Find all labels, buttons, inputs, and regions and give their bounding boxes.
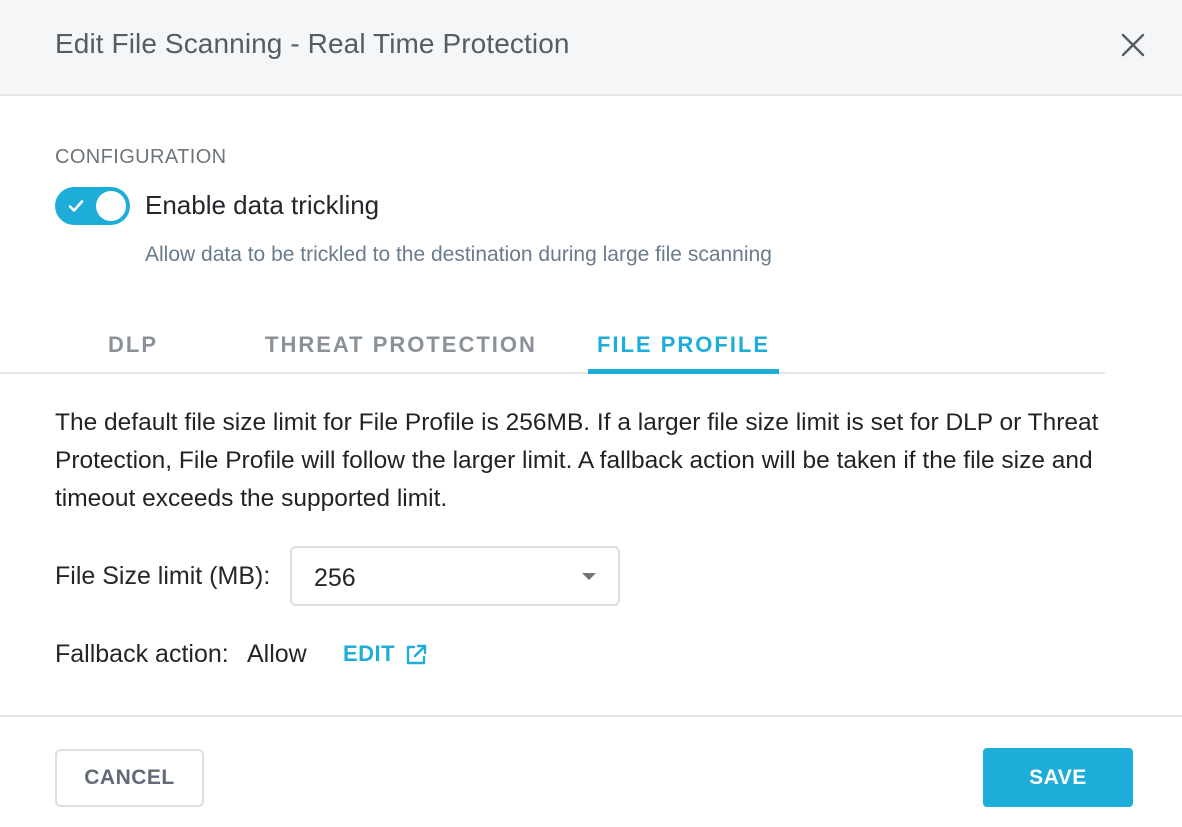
tab-file-profile[interactable]: FILE PROFILE: [588, 332, 779, 374]
toggle-description: Allow data to be trickled to the destina…: [145, 243, 772, 266]
close-icon[interactable]: [1116, 28, 1150, 62]
save-button[interactable]: SAVE: [983, 748, 1133, 807]
data-trickling-toggle[interactable]: [55, 187, 130, 225]
tab-bar: DLP THREAT PROTECTION FILE PROFILE: [0, 320, 1105, 374]
check-icon: [68, 200, 84, 212]
external-link-icon[interactable]: [404, 643, 428, 667]
tab-threat-protection[interactable]: THREAT PROTECTION: [265, 332, 537, 358]
dialog-header: Edit File Scanning - Real Time Protectio…: [0, 0, 1182, 96]
configuration-heading: CONFIGURATION: [55, 146, 227, 168]
cancel-button[interactable]: CANCEL: [55, 749, 204, 807]
chevron-down-icon: [582, 573, 596, 580]
toggle-label: Enable data trickling: [145, 190, 380, 220]
toggle-knob: [96, 191, 126, 221]
file-size-limit-label: File Size limit (MB):: [55, 562, 271, 590]
edit-fallback-link[interactable]: EDIT: [343, 641, 395, 667]
file-profile-description: The default file size limit for File Pro…: [55, 409, 1099, 512]
active-tab-indicator: [588, 369, 779, 374]
footer-divider: [0, 715, 1182, 717]
file-size-limit-select[interactable]: 256: [290, 546, 620, 606]
tab-dlp[interactable]: DLP: [108, 332, 158, 358]
dialog-title: Edit File Scanning - Real Time Protectio…: [55, 28, 570, 59]
fallback-action-label: Fallback action:: [55, 640, 229, 668]
file-size-limit-value: 256: [314, 564, 356, 592]
fallback-action-value: Allow: [247, 640, 307, 668]
